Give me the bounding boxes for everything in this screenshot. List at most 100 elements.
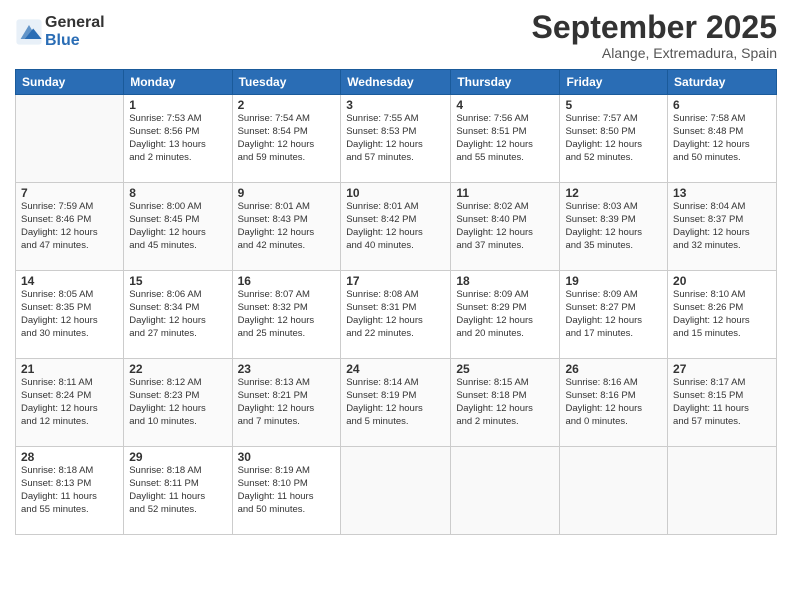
day-info: Sunrise: 8:19 AM Sunset: 8:10 PM Dayligh… xyxy=(238,465,336,516)
calendar-cell: 18Sunrise: 8:09 AM Sunset: 8:29 PM Dayli… xyxy=(451,271,560,359)
day-number: 10 xyxy=(346,186,445,200)
calendar-week-2: 7Sunrise: 7:59 AM Sunset: 8:46 PM Daylig… xyxy=(16,183,777,271)
calendar-cell: 4Sunrise: 7:56 AM Sunset: 8:51 PM Daylig… xyxy=(451,95,560,183)
calendar-week-4: 21Sunrise: 8:11 AM Sunset: 8:24 PM Dayli… xyxy=(16,359,777,447)
day-number: 17 xyxy=(346,274,445,288)
day-number: 29 xyxy=(129,450,226,464)
calendar-cell xyxy=(341,447,451,535)
day-number: 11 xyxy=(456,186,554,200)
logo-blue-text: Blue xyxy=(45,32,105,50)
day-info: Sunrise: 8:03 AM Sunset: 8:39 PM Dayligh… xyxy=(565,201,662,252)
day-number: 7 xyxy=(21,186,118,200)
day-info: Sunrise: 8:12 AM Sunset: 8:23 PM Dayligh… xyxy=(129,377,226,428)
calendar-cell xyxy=(560,447,668,535)
calendar-cell: 5Sunrise: 7:57 AM Sunset: 8:50 PM Daylig… xyxy=(560,95,668,183)
calendar-cell: 22Sunrise: 8:12 AM Sunset: 8:23 PM Dayli… xyxy=(124,359,232,447)
day-number: 26 xyxy=(565,362,662,376)
calendar-cell: 24Sunrise: 8:14 AM Sunset: 8:19 PM Dayli… xyxy=(341,359,451,447)
calendar-cell: 27Sunrise: 8:17 AM Sunset: 8:15 PM Dayli… xyxy=(668,359,777,447)
day-info: Sunrise: 8:00 AM Sunset: 8:45 PM Dayligh… xyxy=(129,201,226,252)
day-number: 16 xyxy=(238,274,336,288)
day-number: 4 xyxy=(456,98,554,112)
calendar-cell xyxy=(451,447,560,535)
day-number: 6 xyxy=(673,98,771,112)
calendar-cell: 11Sunrise: 8:02 AM Sunset: 8:40 PM Dayli… xyxy=(451,183,560,271)
day-info: Sunrise: 8:04 AM Sunset: 8:37 PM Dayligh… xyxy=(673,201,771,252)
title-block: September 2025 Alange, Extremadura, Spai… xyxy=(532,10,777,61)
calendar-cell: 6Sunrise: 7:58 AM Sunset: 8:48 PM Daylig… xyxy=(668,95,777,183)
day-info: Sunrise: 8:14 AM Sunset: 8:19 PM Dayligh… xyxy=(346,377,445,428)
day-number: 27 xyxy=(673,362,771,376)
day-number: 2 xyxy=(238,98,336,112)
day-info: Sunrise: 8:02 AM Sunset: 8:40 PM Dayligh… xyxy=(456,201,554,252)
calendar-week-3: 14Sunrise: 8:05 AM Sunset: 8:35 PM Dayli… xyxy=(16,271,777,359)
calendar-week-1: 1Sunrise: 7:53 AM Sunset: 8:56 PM Daylig… xyxy=(16,95,777,183)
day-number: 19 xyxy=(565,274,662,288)
calendar-cell: 13Sunrise: 8:04 AM Sunset: 8:37 PM Dayli… xyxy=(668,183,777,271)
day-info: Sunrise: 7:59 AM Sunset: 8:46 PM Dayligh… xyxy=(21,201,118,252)
day-info: Sunrise: 8:13 AM Sunset: 8:21 PM Dayligh… xyxy=(238,377,336,428)
header: General Blue September 2025 Alange, Extr… xyxy=(15,10,777,61)
calendar-cell: 9Sunrise: 8:01 AM Sunset: 8:43 PM Daylig… xyxy=(232,183,341,271)
day-info: Sunrise: 8:15 AM Sunset: 8:18 PM Dayligh… xyxy=(456,377,554,428)
calendar-cell: 23Sunrise: 8:13 AM Sunset: 8:21 PM Dayli… xyxy=(232,359,341,447)
calendar-cell: 21Sunrise: 8:11 AM Sunset: 8:24 PM Dayli… xyxy=(16,359,124,447)
day-number: 14 xyxy=(21,274,118,288)
day-number: 24 xyxy=(346,362,445,376)
calendar-cell: 10Sunrise: 8:01 AM Sunset: 8:42 PM Dayli… xyxy=(341,183,451,271)
day-number: 18 xyxy=(456,274,554,288)
calendar-cell: 16Sunrise: 8:07 AM Sunset: 8:32 PM Dayli… xyxy=(232,271,341,359)
day-info: Sunrise: 7:53 AM Sunset: 8:56 PM Dayligh… xyxy=(129,113,226,164)
calendar-header-saturday: Saturday xyxy=(668,70,777,95)
logo-text: General Blue xyxy=(45,14,105,49)
calendar-cell: 17Sunrise: 8:08 AM Sunset: 8:31 PM Dayli… xyxy=(341,271,451,359)
calendar-header-tuesday: Tuesday xyxy=(232,70,341,95)
calendar-cell: 2Sunrise: 7:54 AM Sunset: 8:54 PM Daylig… xyxy=(232,95,341,183)
calendar-header-sunday: Sunday xyxy=(16,70,124,95)
calendar-cell: 12Sunrise: 8:03 AM Sunset: 8:39 PM Dayli… xyxy=(560,183,668,271)
calendar-cell: 1Sunrise: 7:53 AM Sunset: 8:56 PM Daylig… xyxy=(124,95,232,183)
day-number: 3 xyxy=(346,98,445,112)
day-number: 15 xyxy=(129,274,226,288)
day-number: 8 xyxy=(129,186,226,200)
location: Alange, Extremadura, Spain xyxy=(532,45,777,61)
day-number: 9 xyxy=(238,186,336,200)
day-info: Sunrise: 8:09 AM Sunset: 8:29 PM Dayligh… xyxy=(456,289,554,340)
day-info: Sunrise: 8:18 AM Sunset: 8:11 PM Dayligh… xyxy=(129,465,226,516)
logo-icon xyxy=(15,18,43,46)
calendar-cell xyxy=(668,447,777,535)
day-info: Sunrise: 8:18 AM Sunset: 8:13 PM Dayligh… xyxy=(21,465,118,516)
day-info: Sunrise: 8:11 AM Sunset: 8:24 PM Dayligh… xyxy=(21,377,118,428)
day-number: 1 xyxy=(129,98,226,112)
day-info: Sunrise: 8:07 AM Sunset: 8:32 PM Dayligh… xyxy=(238,289,336,340)
calendar-table: SundayMondayTuesdayWednesdayThursdayFrid… xyxy=(15,69,777,535)
calendar-cell: 26Sunrise: 8:16 AM Sunset: 8:16 PM Dayli… xyxy=(560,359,668,447)
calendar-cell: 8Sunrise: 8:00 AM Sunset: 8:45 PM Daylig… xyxy=(124,183,232,271)
day-number: 28 xyxy=(21,450,118,464)
calendar-header-row: SundayMondayTuesdayWednesdayThursdayFrid… xyxy=(16,70,777,95)
calendar-cell: 25Sunrise: 8:15 AM Sunset: 8:18 PM Dayli… xyxy=(451,359,560,447)
day-info: Sunrise: 8:01 AM Sunset: 8:43 PM Dayligh… xyxy=(238,201,336,252)
day-info: Sunrise: 8:06 AM Sunset: 8:34 PM Dayligh… xyxy=(129,289,226,340)
calendar-cell: 3Sunrise: 7:55 AM Sunset: 8:53 PM Daylig… xyxy=(341,95,451,183)
calendar-cell: 15Sunrise: 8:06 AM Sunset: 8:34 PM Dayli… xyxy=(124,271,232,359)
day-info: Sunrise: 7:57 AM Sunset: 8:50 PM Dayligh… xyxy=(565,113,662,164)
calendar-cell: 28Sunrise: 8:18 AM Sunset: 8:13 PM Dayli… xyxy=(16,447,124,535)
day-info: Sunrise: 8:16 AM Sunset: 8:16 PM Dayligh… xyxy=(565,377,662,428)
calendar-cell: 7Sunrise: 7:59 AM Sunset: 8:46 PM Daylig… xyxy=(16,183,124,271)
day-info: Sunrise: 8:01 AM Sunset: 8:42 PM Dayligh… xyxy=(346,201,445,252)
day-number: 30 xyxy=(238,450,336,464)
day-number: 23 xyxy=(238,362,336,376)
day-info: Sunrise: 8:05 AM Sunset: 8:35 PM Dayligh… xyxy=(21,289,118,340)
day-info: Sunrise: 7:58 AM Sunset: 8:48 PM Dayligh… xyxy=(673,113,771,164)
day-info: Sunrise: 7:55 AM Sunset: 8:53 PM Dayligh… xyxy=(346,113,445,164)
calendar-header-friday: Friday xyxy=(560,70,668,95)
logo: General Blue xyxy=(15,14,105,49)
calendar-header-monday: Monday xyxy=(124,70,232,95)
day-info: Sunrise: 7:56 AM Sunset: 8:51 PM Dayligh… xyxy=(456,113,554,164)
day-info: Sunrise: 8:10 AM Sunset: 8:26 PM Dayligh… xyxy=(673,289,771,340)
day-number: 5 xyxy=(565,98,662,112)
day-number: 22 xyxy=(129,362,226,376)
day-info: Sunrise: 8:08 AM Sunset: 8:31 PM Dayligh… xyxy=(346,289,445,340)
calendar-week-5: 28Sunrise: 8:18 AM Sunset: 8:13 PM Dayli… xyxy=(16,447,777,535)
